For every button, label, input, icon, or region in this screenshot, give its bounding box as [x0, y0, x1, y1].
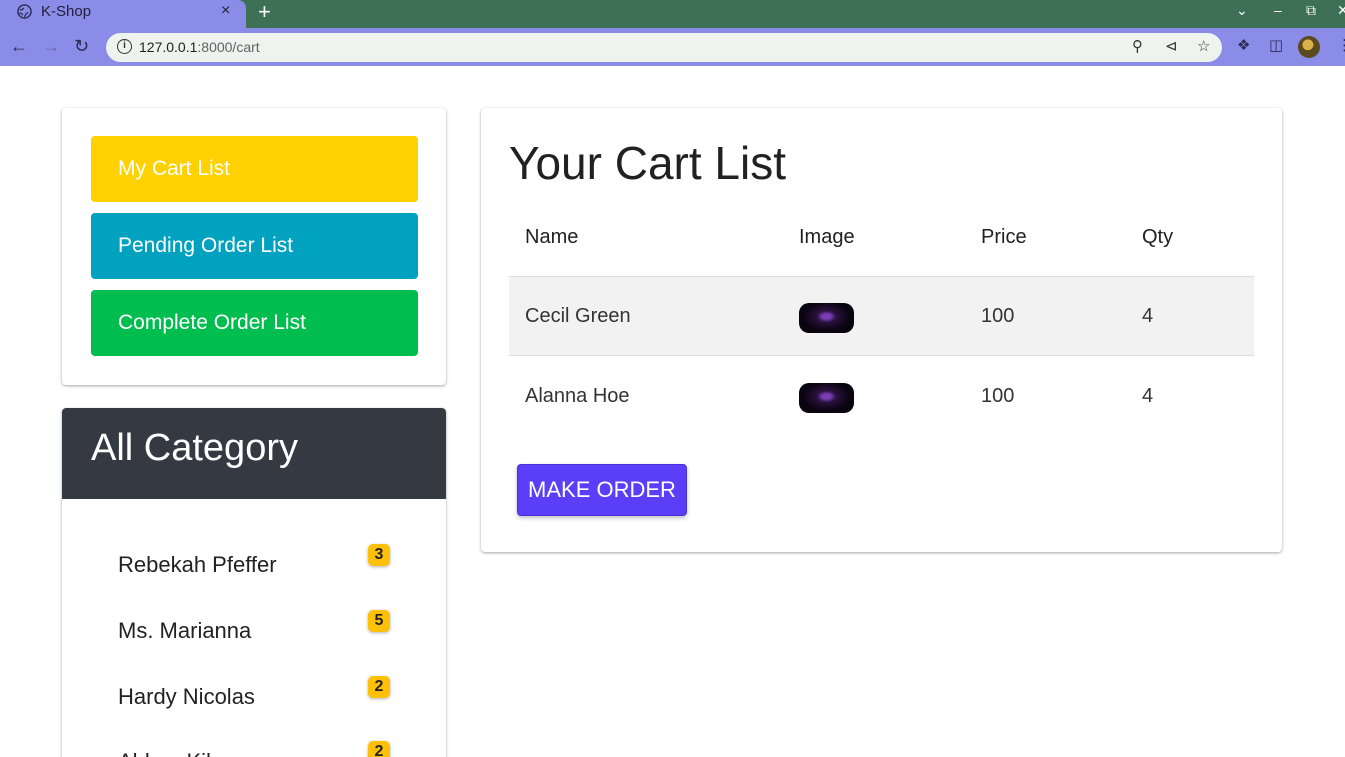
- site-info-icon[interactable]: i: [117, 39, 132, 54]
- share-icon[interactable]: ⊲: [1165, 37, 1178, 55]
- menu-kebab-icon[interactable]: ⋮: [1337, 36, 1345, 54]
- side-panel-icon[interactable]: ◫: [1269, 36, 1283, 54]
- bookmark-star-icon[interactable]: ☆: [1197, 37, 1210, 55]
- reload-icon[interactable]: ↻: [74, 36, 89, 57]
- close-window-icon[interactable]: ✕: [1337, 2, 1345, 19]
- product-thumbnail: [799, 303, 854, 333]
- globe-icon: [17, 4, 32, 19]
- category-item[interactable]: Abbey Kihn 2: [118, 741, 390, 757]
- cart-card: Your Cart List Name Image Price Qty Ceci…: [481, 108, 1282, 552]
- category-count-badge: 3: [368, 544, 390, 566]
- column-header-image: Image: [799, 226, 855, 248]
- tab-close-icon[interactable]: ×: [221, 2, 230, 20]
- back-arrow-icon[interactable]: ←: [10, 36, 28, 57]
- column-header-name: Name: [525, 226, 579, 248]
- browser-tab[interactable]: K-Shop ×: [0, 0, 246, 28]
- cell-name: Cecil Green: [525, 305, 631, 327]
- url-text: 127.0.0.1:8000/cart: [139, 39, 260, 55]
- cell-qty: 4: [1142, 305, 1154, 327]
- category-name: Hardy Nicolas: [118, 684, 255, 709]
- cell-name: Alanna Hoe: [525, 385, 630, 407]
- page-title: Your Cart List: [509, 137, 786, 189]
- browser-tab-strip: K-Shop × + ⌄ – ⧉ ✕: [0, 0, 1345, 28]
- forward-arrow-icon[interactable]: →: [42, 36, 60, 57]
- complete-order-list-button[interactable]: Complete Order List: [91, 290, 418, 356]
- category-name: Abbey Kihn: [118, 749, 231, 757]
- category-card: All Category Rebekah Pfeffer 3 Ms. Maria…: [62, 408, 446, 757]
- table-row: Cecil Green 100 4: [509, 277, 1254, 356]
- make-order-button[interactable]: MAKE ORDER: [517, 464, 687, 516]
- cell-price: 100: [981, 305, 1015, 327]
- table-row: Alanna Hoe 100 4: [509, 357, 1254, 436]
- category-count-badge: 5: [368, 610, 390, 632]
- column-header-price: Price: [981, 226, 1027, 248]
- zoom-icon[interactable]: ⚲: [1132, 37, 1143, 55]
- tab-search-chevron-icon[interactable]: ⌄: [1236, 2, 1248, 19]
- url-path: :8000/cart: [197, 39, 260, 55]
- category-title: All Category: [91, 427, 298, 469]
- restore-icon[interactable]: ⧉: [1306, 2, 1316, 19]
- minimize-icon[interactable]: –: [1274, 2, 1282, 18]
- category-item[interactable]: Ms. Marianna 5: [118, 610, 390, 650]
- my-cart-list-button[interactable]: My Cart List: [91, 136, 418, 202]
- order-nav-card: My Cart List Pending Order List Complete…: [62, 108, 446, 385]
- category-header: All Category: [62, 408, 446, 499]
- category-count-badge: 2: [368, 676, 390, 698]
- category-item[interactable]: Rebekah Pfeffer 3: [118, 544, 390, 584]
- new-tab-button[interactable]: +: [258, 0, 271, 24]
- url-host: 127.0.0.1: [139, 39, 198, 55]
- column-header-qty: Qty: [1142, 226, 1174, 248]
- cell-qty: 4: [1142, 385, 1154, 407]
- product-thumbnail: [799, 383, 854, 413]
- category-name: Ms. Marianna: [118, 618, 252, 643]
- pending-order-list-button[interactable]: Pending Order List: [91, 213, 418, 279]
- extensions-puzzle-icon[interactable]: ❖: [1237, 36, 1250, 54]
- profile-avatar[interactable]: [1298, 36, 1320, 58]
- category-count-badge: 2: [368, 741, 390, 757]
- browser-toolbar: ← → ↻ i 127.0.0.1:8000/cart ⚲ ⊲ ☆ ❖ ◫ ⋮: [0, 28, 1345, 66]
- category-item[interactable]: Hardy Nicolas 2: [118, 676, 390, 716]
- category-name: Rebekah Pfeffer: [118, 552, 277, 577]
- cell-price: 100: [981, 385, 1015, 407]
- tab-title: K-Shop: [41, 3, 92, 20]
- address-bar[interactable]: i 127.0.0.1:8000/cart ⚲ ⊲ ☆: [106, 33, 1222, 62]
